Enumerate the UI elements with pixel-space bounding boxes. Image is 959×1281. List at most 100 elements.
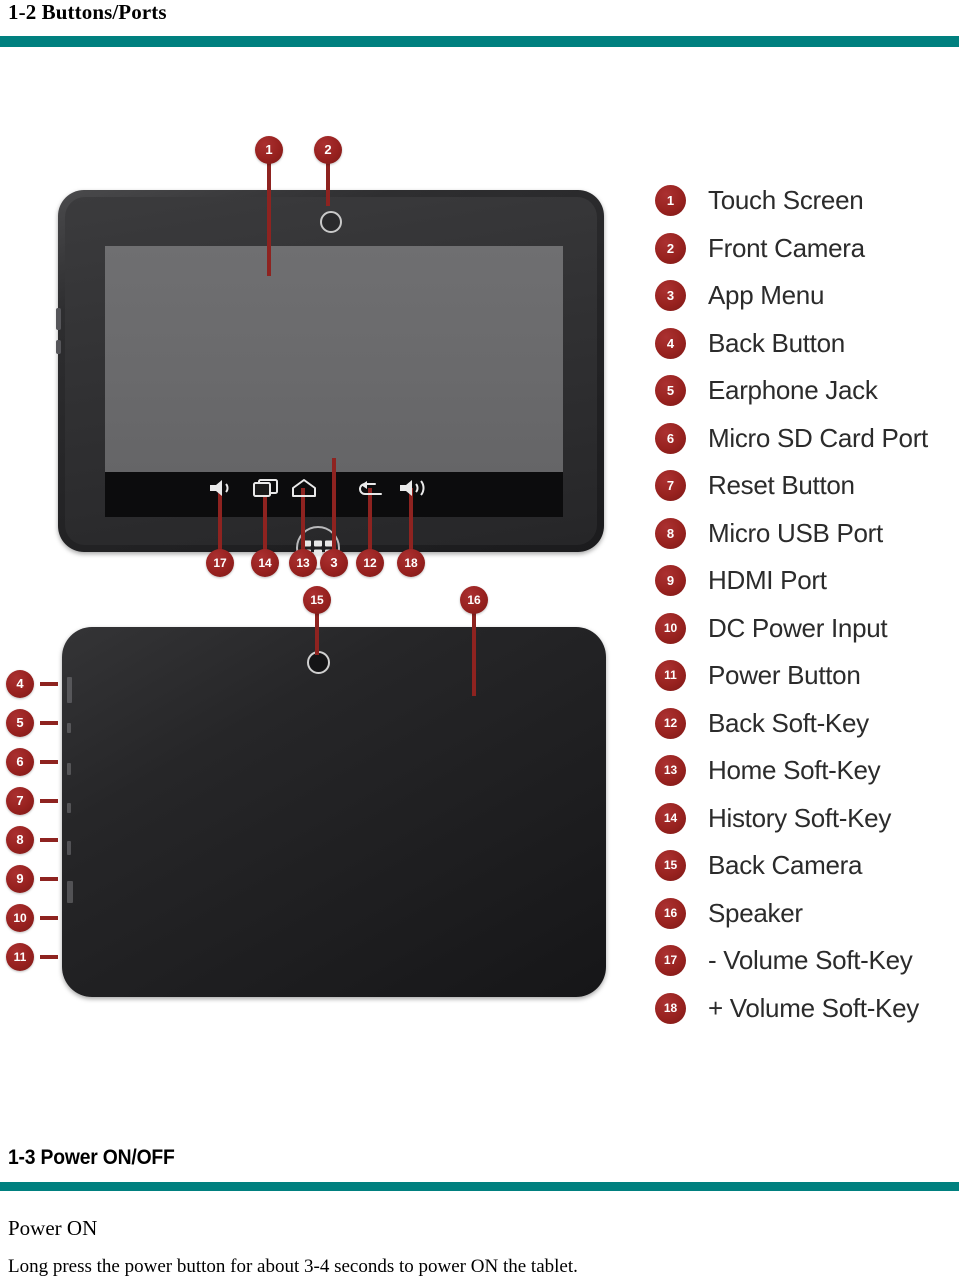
legend-badge-17: 17 bbox=[655, 945, 686, 976]
legend-label-micro-sd-card-port: Micro SD Card Port bbox=[708, 422, 928, 453]
legend-item: 10 DC Power Input bbox=[655, 612, 955, 661]
callout-badge-16[interactable]: 16 bbox=[460, 586, 488, 614]
legend-item: 13 Home Soft-Key bbox=[655, 755, 955, 803]
leader-line-11 bbox=[40, 955, 58, 959]
body-text-power-on: Long press the power button for about 3-… bbox=[8, 1256, 578, 1277]
legend-badge-6: 6 bbox=[655, 422, 686, 454]
subheading-power-on: Power ON bbox=[8, 1216, 98, 1240]
leader-line-7 bbox=[40, 799, 58, 803]
leader-line-1 bbox=[267, 162, 271, 276]
port-mark bbox=[67, 803, 71, 813]
volume-up-icon[interactable] bbox=[398, 477, 432, 499]
section-heading-buttons-ports: 1-2 Buttons/Ports bbox=[8, 0, 167, 24]
legend-label-touch-screen: Touch Screen bbox=[708, 185, 864, 215]
recents-icon[interactable] bbox=[253, 479, 279, 498]
section-heading-power-on-off: 1-3 Power ON/OFF bbox=[8, 1146, 175, 1169]
leader-line-4 bbox=[40, 682, 58, 686]
legend-label-back-camera: Back Camera bbox=[708, 850, 863, 880]
legend-item: 16 Speaker bbox=[655, 897, 955, 946]
callout-badge-12[interactable]: 12 bbox=[356, 549, 384, 577]
callout-badge-5[interactable]: 5 bbox=[6, 709, 34, 737]
callout-badge-2[interactable]: 2 bbox=[314, 136, 342, 164]
legend-badge-4: 4 bbox=[655, 327, 686, 359]
port-mark bbox=[67, 881, 73, 903]
callout-legend-list: 1 Touch Screen 2 Front Camera 3 App Menu… bbox=[655, 185, 955, 1040]
front-camera-lens bbox=[320, 211, 342, 233]
tablet-front-view bbox=[56, 190, 604, 552]
leader-line-6 bbox=[40, 760, 58, 764]
legend-item: 1 Touch Screen bbox=[655, 185, 955, 233]
callout-badge-15[interactable]: 15 bbox=[303, 586, 331, 614]
leader-line-8 bbox=[40, 838, 58, 842]
legend-item: 6 Micro SD Card Port bbox=[655, 422, 955, 471]
legend-badge-15: 15 bbox=[655, 850, 686, 881]
callout-badge-18[interactable]: 18 bbox=[397, 549, 425, 577]
legend-item: 17 - Volume Soft-Key bbox=[655, 945, 955, 993]
legend-badge-14: 14 bbox=[655, 802, 686, 834]
legend-item: 15 Back Camera bbox=[655, 850, 955, 898]
legend-label-back-soft-key: Back Soft-Key bbox=[708, 707, 869, 738]
home-icon[interactable] bbox=[291, 479, 317, 498]
port-mark bbox=[67, 763, 71, 775]
leader-line-2 bbox=[326, 162, 330, 206]
section-rule-buttons-ports bbox=[0, 36, 959, 47]
callout-badge-11[interactable]: 11 bbox=[6, 943, 34, 971]
legend-label-micro-usb-port: Micro USB Port bbox=[708, 517, 883, 548]
legend-item: 14 History Soft-Key bbox=[655, 802, 955, 851]
callout-badge-14[interactable]: 14 bbox=[251, 549, 279, 577]
callout-badge-17[interactable]: 17 bbox=[206, 549, 234, 577]
touch-screen-surface bbox=[105, 246, 563, 472]
legend-item: 9 HDMI Port bbox=[655, 565, 955, 613]
callout-badge-3[interactable]: 3 bbox=[320, 549, 348, 577]
legend-badge-3: 3 bbox=[655, 280, 686, 311]
legend-label-app-menu: App Menu bbox=[708, 280, 825, 310]
legend-badge-5: 5 bbox=[655, 375, 686, 406]
legend-label-back-button: Back Button bbox=[708, 327, 845, 358]
legend-badge-12: 12 bbox=[655, 707, 686, 739]
leader-line-16 bbox=[472, 611, 476, 696]
tablet-back-view bbox=[62, 627, 606, 997]
port-mark bbox=[67, 677, 72, 703]
legend-label-home-soft-key: Home Soft-Key bbox=[708, 755, 881, 785]
legend-item: 2 Front Camera bbox=[655, 232, 955, 281]
legend-label-earphone-jack: Earphone Jack bbox=[708, 375, 878, 405]
legend-item: 12 Back Soft-Key bbox=[655, 707, 955, 756]
legend-label-volume-up-soft-key: + Volume Soft-Key bbox=[708, 992, 919, 1023]
side-port-nub bbox=[56, 340, 61, 354]
callout-badge-1[interactable]: 1 bbox=[255, 136, 283, 164]
leader-line-5 bbox=[40, 721, 58, 725]
port-mark bbox=[67, 841, 71, 855]
volume-down-icon[interactable] bbox=[208, 478, 238, 498]
legend-label-power-button: Power Button bbox=[708, 660, 861, 690]
callout-badge-4[interactable]: 4 bbox=[6, 670, 34, 698]
legend-label-speaker: Speaker bbox=[708, 897, 803, 928]
legend-badge-9: 9 bbox=[655, 565, 686, 596]
legend-badge-13: 13 bbox=[655, 755, 686, 786]
port-mark bbox=[67, 723, 71, 733]
section-rule-power-on-off bbox=[0, 1182, 959, 1191]
callout-badge-7[interactable]: 7 bbox=[6, 787, 34, 815]
side-port-nub bbox=[56, 308, 61, 330]
callout-badge-13[interactable]: 13 bbox=[289, 549, 317, 577]
callout-badge-6[interactable]: 6 bbox=[6, 748, 34, 776]
legend-item: 4 Back Button bbox=[655, 327, 955, 376]
legend-badge-16: 16 bbox=[655, 897, 686, 929]
legend-badge-7: 7 bbox=[655, 470, 686, 501]
legend-label-volume-down-soft-key: - Volume Soft-Key bbox=[708, 945, 913, 975]
callout-badge-9[interactable]: 9 bbox=[6, 865, 34, 893]
callout-badge-8[interactable]: 8 bbox=[6, 826, 34, 854]
legend-label-reset-button: Reset Button bbox=[708, 470, 855, 500]
legend-label-front-camera: Front Camera bbox=[708, 232, 865, 263]
leader-line-15 bbox=[315, 611, 319, 655]
legend-item: 8 Micro USB Port bbox=[655, 517, 955, 566]
legend-item: 5 Earphone Jack bbox=[655, 375, 955, 423]
legend-badge-11: 11 bbox=[655, 660, 686, 691]
legend-badge-18: 18 bbox=[655, 992, 686, 1024]
legend-badge-2: 2 bbox=[655, 232, 686, 264]
legend-label-history-soft-key: History Soft-Key bbox=[708, 802, 892, 833]
legend-badge-1: 1 bbox=[655, 185, 686, 216]
legend-item: 11 Power Button bbox=[655, 660, 955, 708]
legend-label-hdmi-port: HDMI Port bbox=[708, 565, 827, 595]
callout-badge-10[interactable]: 10 bbox=[6, 904, 34, 932]
back-icon[interactable] bbox=[355, 480, 383, 498]
